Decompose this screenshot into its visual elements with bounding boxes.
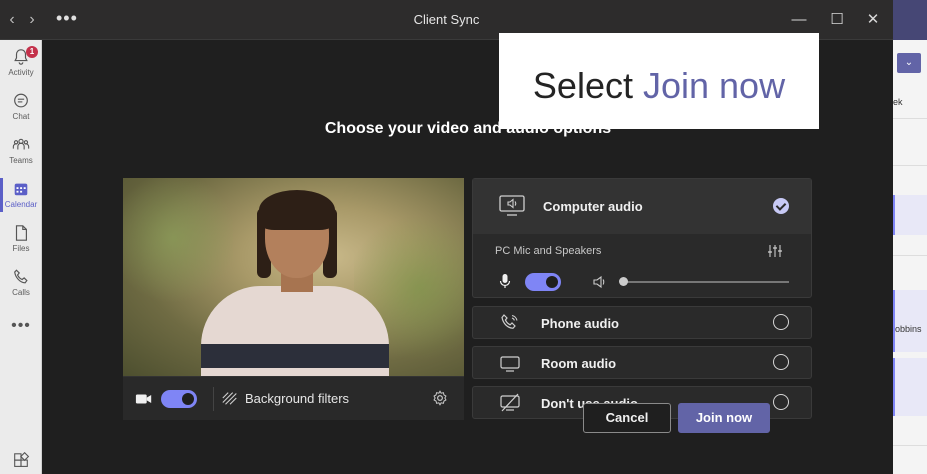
background-dropdown-button: ⌄ <box>897 53 921 73</box>
video-preview <box>123 178 464 376</box>
phone-icon <box>14 269 28 284</box>
room-audio-label: Room audio <box>541 356 617 371</box>
room-audio-radio[interactable] <box>773 354 789 370</box>
teams-icon <box>12 138 30 150</box>
rail-item-label: Chat <box>12 112 30 121</box>
close-icon[interactable]: ✕ <box>862 10 884 30</box>
teams-window: ‹ › ••• Client Sync — ☐ ✕ 1 Activity Cha… <box>0 0 927 474</box>
room-audio-option[interactable]: Room audio <box>472 346 812 379</box>
instruction-callout: Select Join now <box>499 33 819 129</box>
rail-item-label: Calendar <box>4 200 38 209</box>
no-audio-radio[interactable] <box>773 394 789 410</box>
background-event-card: obbins <box>893 290 927 352</box>
callout-accent: Join now <box>642 65 786 106</box>
window-title: Client Sync <box>413 12 480 27</box>
rail-item-label: Calls <box>12 288 30 297</box>
phone-audio-option[interactable]: Phone audio <box>472 306 812 339</box>
background-event-card <box>893 195 927 235</box>
computer-audio-header[interactable]: Computer audio <box>473 179 811 234</box>
background-filters-icon <box>222 392 237 405</box>
maximize-icon[interactable]: ☐ <box>826 10 848 30</box>
computer-audio-checkmark-icon <box>773 198 789 214</box>
cancel-button[interactable]: Cancel <box>583 403 671 433</box>
app-rail: 1 Activity Chat Teams Calendar Files Cal… <box>0 40 42 474</box>
phone-audio-label: Phone audio <box>541 316 619 331</box>
rail-item-label: Teams <box>9 156 33 165</box>
rail-item-files[interactable]: Files <box>0 220 42 260</box>
camera-icon <box>135 394 152 404</box>
camera-toggle[interactable] <box>161 390 197 408</box>
microphone-toggle[interactable] <box>525 273 561 291</box>
background-week-text: ek <box>893 97 903 107</box>
video-controls: Background filters <box>123 376 464 420</box>
minimize-icon[interactable]: — <box>788 10 810 30</box>
phone-audio-icon <box>501 314 518 329</box>
rail-item-chat[interactable]: Chat <box>0 88 42 128</box>
device-settings-sliders-icon[interactable] <box>767 243 783 259</box>
activity-badge: 1 <box>26 46 38 58</box>
more-apps-icon[interactable]: ••• <box>0 317 42 335</box>
rail-item-teams[interactable]: Teams <box>0 132 42 172</box>
callout-prefix: Select <box>532 65 643 106</box>
volume-slider-track[interactable] <box>621 281 789 283</box>
background-event-card <box>893 358 927 416</box>
rail-item-label: Activity <box>8 68 34 77</box>
rail-item-activity[interactable]: 1 Activity <box>0 44 42 84</box>
chat-icon <box>14 93 28 108</box>
callout-text: Select Join now <box>499 65 819 107</box>
room-display-icon <box>500 356 520 372</box>
calendar-icon <box>14 183 28 196</box>
background-filters-label[interactable]: Background filters <box>245 391 349 406</box>
volume-slider-knob[interactable] <box>619 277 628 286</box>
background-header <box>893 0 927 40</box>
audio-device-label: PC Mic and Speakers <box>495 245 602 257</box>
gear-icon[interactable] <box>431 389 449 407</box>
microphone-icon <box>499 274 511 288</box>
file-icon <box>15 225 27 241</box>
join-now-button[interactable]: Join now <box>678 403 770 433</box>
no-audio-icon <box>500 393 520 412</box>
background-name-text: obbins <box>895 324 922 334</box>
monitor-speaker-icon <box>499 195 525 216</box>
background-calendar-peek: ⌄ ek obbins <box>893 0 927 474</box>
rail-item-label: Files <box>12 244 30 253</box>
speaker-icon <box>593 275 605 289</box>
computer-audio-label: Computer audio <box>543 199 643 214</box>
rail-item-calls[interactable]: Calls <box>0 264 42 304</box>
apps-icon[interactable] <box>12 452 30 470</box>
rail-item-calendar[interactable]: Calendar <box>0 176 42 216</box>
computer-audio-option[interactable]: Computer audio PC Mic and Speakers <box>472 178 812 298</box>
phone-audio-radio[interactable] <box>773 314 789 330</box>
